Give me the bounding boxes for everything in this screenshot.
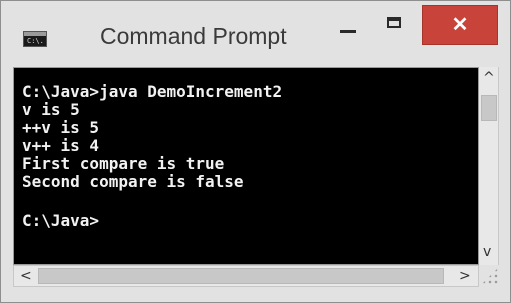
close-icon: ✕ (451, 14, 469, 36)
console-line: Second compare is false (22, 172, 244, 191)
horizontal-scrollbar[interactable]: < > (13, 265, 479, 287)
chevron-down-icon[interactable]: v (483, 245, 491, 259)
console-app-icon[interactable]: C:\. (23, 31, 47, 47)
console-output[interactable]: C:\Java>java DemoIncrement2 v is 5 ++v i… (13, 67, 479, 265)
command-prompt-window: C:\. Command Prompt ✕ C:\Java>java DemoI… (0, 0, 511, 303)
console-line: C:\Java>java DemoIncrement2 (22, 82, 283, 101)
maximize-button[interactable] (373, 7, 417, 43)
window-title: Command Prompt (100, 23, 287, 49)
chevron-left-icon[interactable]: < (20, 269, 32, 283)
chevron-right-icon[interactable]: > (459, 269, 471, 283)
console-line: v is 5 (22, 100, 80, 119)
vertical-scrollbar[interactable]: ^ v (479, 67, 499, 265)
chevron-up-icon[interactable]: ^ (483, 71, 495, 85)
console-line: First compare is true (22, 154, 225, 173)
vertical-scroll-thumb[interactable] (481, 95, 497, 121)
console-app-icon-label: C:\. (27, 37, 44, 45)
minimize-icon (340, 30, 356, 33)
resize-grip-icon[interactable] (481, 267, 499, 285)
minimize-button[interactable] (326, 7, 370, 43)
title-bar[interactable]: C:\. Command Prompt ✕ (1, 1, 510, 67)
console-prompt-line: C:\Java> (22, 211, 100, 230)
console-line: ++v is 5 (22, 118, 100, 137)
console-line: v++ is 4 (22, 136, 100, 155)
horizontal-scroll-thumb[interactable] (38, 268, 444, 284)
maximize-icon (387, 17, 401, 28)
close-button[interactable]: ✕ (422, 5, 498, 45)
